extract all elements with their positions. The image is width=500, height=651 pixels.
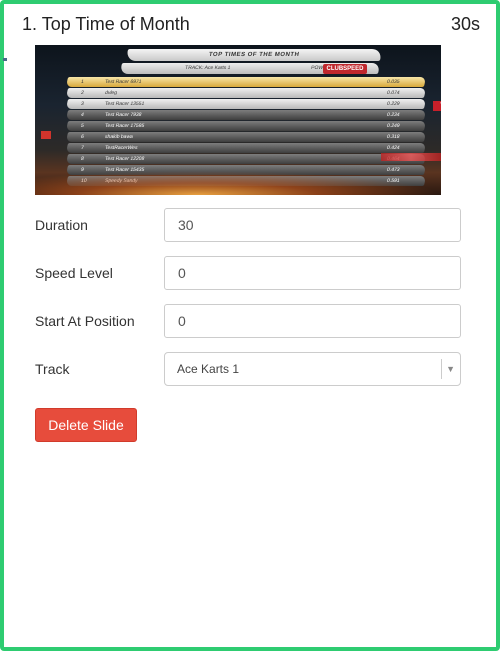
leaderboard-position: 5 [80,123,85,129]
leaderboard-position: 1 [80,79,85,85]
start-position-row: Start At Position 0 [4,304,496,340]
duration-row: Duration 30 [4,208,496,244]
leaderboard-row: 7 TestRacerWes 0.424 [65,143,427,153]
slide-card: 1. Top Time of Month 30s TOP TIMES OF TH… [0,0,500,651]
slide-header: 1. Top Time of Month 30s [4,14,496,40]
clubspeed-logo: CLUBSPEED [323,64,367,74]
leaderboard-time: 0.074 [386,90,401,96]
leaderboard-position: 6 [80,134,85,140]
delete-slide-button[interactable]: Delete Slide [35,408,137,442]
sponsor-banner: TOTAL [433,101,441,111]
select-divider [441,359,442,379]
leaderboard-name: Test Racer 13551 [104,101,145,107]
start-position-input[interactable]: 0 [164,304,461,338]
leaderboard-row: 6 shakib bawa 0.318 [65,132,427,142]
speed-level-input[interactable]: 0 [164,256,461,290]
leaderboard-banner: TOP TIMES OF THE MONTH [125,49,383,61]
leaderboard-name: Test Racer 17595 [104,123,145,129]
leaderboard-position: 2 [80,90,85,96]
leaderboard-position: 7 [80,145,85,151]
duration-label: Duration [35,217,88,233]
leaderboard-row: 2 dvleg 0.074 [65,88,427,98]
chevron-down-icon[interactable]: ▼ [446,353,455,385]
track-glow [35,171,441,195]
leaderboard-name: Test Racer 6971 [104,79,143,85]
speed-level-row: Speed Level 0 [4,256,496,292]
trackside-barrier [381,153,441,161]
leaderboard-name: Test Racer 7938 [104,112,143,118]
leaderboard-time: 0.424 [386,145,401,151]
leaderboard-row: 4 Test Racer 7938 0.234 [65,110,427,120]
track-select-value: Ace Karts 1 [177,362,240,376]
leaderboard-track-label: TRACK: Ace Karts 1 [184,65,231,71]
leaderboard-row: 8Test Racer 122080.464 [65,154,427,164]
leaderboard-time: 0.234 [386,112,401,118]
leaderboard-name: TestRacerWes [104,145,139,151]
speed-level-label: Speed Level [35,265,113,281]
leaderboard-time: 0.229 [386,101,401,107]
slide-preview-image: TOP TIMES OF THE MONTH TRACK: Ace Karts … [35,45,441,195]
slide-duration-badge: 30s [450,14,480,34]
slide-title: 1. Top Time of Month [22,14,190,34]
start-position-label: Start At Position [35,313,135,329]
leaderboard-row: 3 Test Racer 13551 0.229 [65,99,427,109]
leaderboard-position: 3 [80,101,85,107]
leaderboard-row: 5 Test Racer 17595 0.249 [65,121,427,131]
leaderboard-time: 0.035 [386,79,401,85]
leaderboard-time: 0.318 [386,134,401,140]
leaderboard-time: 0.249 [386,123,401,129]
leaderboard-row: 1 Test Racer 6971 0.035 [65,77,427,87]
trackside-sign [41,131,51,139]
edge-marker [3,58,7,61]
leaderboard-name: shakib bawa [104,134,134,140]
leaderboard-name: Test Racer 12208 [104,156,145,162]
track-row: Track Ace Karts 1 ▼ [4,352,496,388]
track-select[interactable]: Ace Karts 1 ▼ [164,352,461,386]
leaderboard-position: 4 [80,112,85,118]
track-label: Track [35,361,70,377]
leaderboard-name: dvleg [104,90,118,96]
duration-input[interactable]: 30 [164,208,461,242]
leaderboard-position: 8 [80,156,85,162]
